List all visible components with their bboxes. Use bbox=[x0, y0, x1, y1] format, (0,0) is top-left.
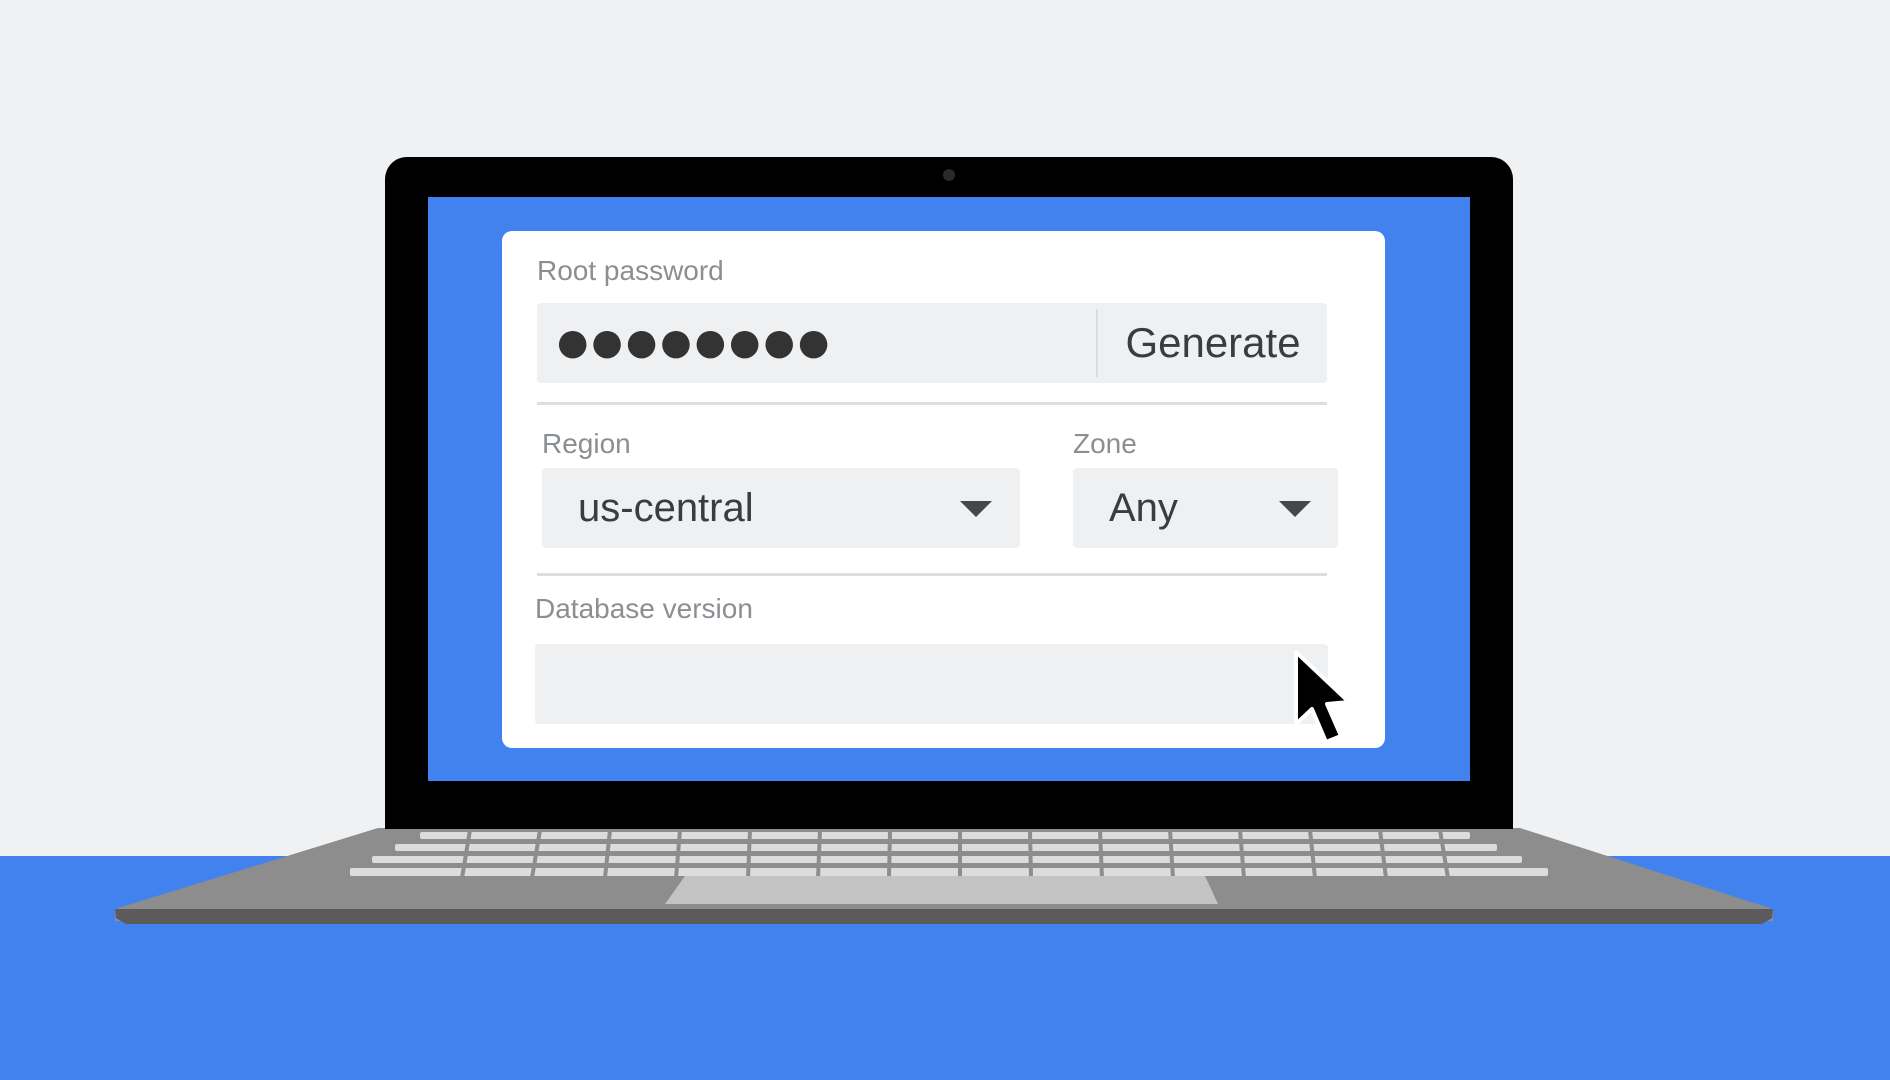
zone-value: Any bbox=[1109, 486, 1178, 530]
divider bbox=[537, 402, 1327, 405]
region-select[interactable]: us-central bbox=[542, 468, 1020, 548]
mouse-cursor-icon bbox=[1294, 650, 1351, 744]
database-version-label: Database version bbox=[535, 593, 753, 624]
database-config-form: Root password ●●●●●●●● Generate Region u… bbox=[502, 231, 1385, 748]
chevron-down-icon[interactable] bbox=[960, 501, 992, 517]
chevron-down-icon[interactable] bbox=[1279, 501, 1311, 517]
database-version-select[interactable] bbox=[535, 644, 1328, 724]
zone-select[interactable]: Any bbox=[1073, 468, 1338, 548]
region-label: Region bbox=[542, 428, 631, 459]
root-password-field[interactable]: ●●●●●●●● Generate bbox=[537, 303, 1327, 383]
scene: Root password ●●●●●●●● Generate Region u… bbox=[0, 0, 1890, 1080]
trackpad bbox=[665, 876, 1218, 904]
webcam-icon bbox=[943, 169, 955, 181]
field-separator bbox=[1096, 309, 1098, 377]
root-password-label: Root password bbox=[537, 255, 724, 286]
generate-button[interactable]: Generate bbox=[1100, 303, 1326, 383]
zone-label: Zone bbox=[1073, 428, 1137, 459]
root-password-value[interactable]: ●●●●●●●● bbox=[557, 317, 832, 369]
region-value: us-central bbox=[578, 486, 754, 530]
divider bbox=[537, 573, 1327, 576]
